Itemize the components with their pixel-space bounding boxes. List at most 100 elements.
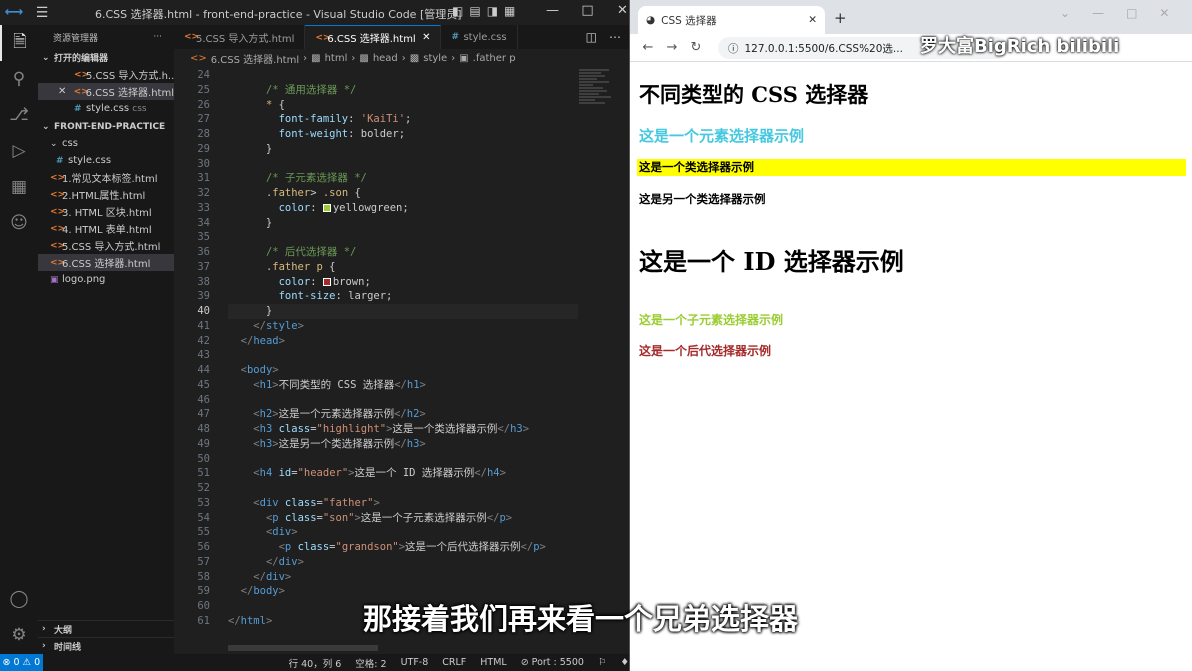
browser-window: ◕ CSS 选择器 ✕ + ⌄ — □ ✕ ← → ↻ ⓘ 127.0.0.1:… [629, 0, 1192, 671]
code-content[interactable]: /* 通用选择器 */ * { font-family: 'KaiTi'; fo… [228, 68, 578, 629]
cursor-position[interactable]: 行 40，列 6 [289, 656, 342, 670]
indentation[interactable]: 空格: 2 [355, 656, 386, 670]
css-file-icon: # [56, 155, 64, 166]
cube-icon: ▩ [359, 53, 369, 64]
file-item-selected[interactable]: <> 6.CSS 选择器.html [38, 254, 174, 271]
toggle-secondary-sidebar-icon[interactable]: ◨ [487, 4, 498, 18]
settings-gear-icon[interactable]: ⚙ [0, 617, 38, 653]
page-p-son: 这是一个子元素选择器示例 [639, 313, 784, 327]
account-icon[interactable]: ◯ [0, 581, 38, 617]
chevron-down-icon: ⌄ [42, 52, 50, 63]
file-item[interactable]: <> 5.CSS 导入方式.html [38, 237, 174, 254]
vscode-logo-icon: ⟷ [4, 5, 24, 20]
chevron-right-icon: › [42, 624, 46, 634]
minimize-button[interactable]: — [535, 3, 570, 18]
html-file-icon: <> [50, 223, 66, 234]
minimap[interactable] [579, 68, 617, 188]
browser-tab[interactable]: ◕ CSS 选择器 ✕ [638, 6, 825, 34]
forward-arrow-icon[interactable]: → [660, 40, 684, 55]
breadcrumb-head[interactable]: head [373, 53, 398, 64]
open-editor-item-active[interactable]: ✕ <> 6.CSS 选择器.html [38, 83, 174, 100]
maximize-icon[interactable]: □ [1126, 6, 1137, 20]
project-section[interactable]: ⌄ FRONT-END-PRACTICE [38, 118, 174, 135]
more-actions-icon[interactable]: ⋯ [609, 30, 621, 44]
toggle-panel-icon[interactable]: ▤ [469, 4, 480, 18]
toggle-sidebar-icon[interactable]: ◧ [452, 4, 463, 18]
outline-section[interactable]: › 大纲 [38, 620, 174, 637]
file-item[interactable]: <> 1.常见文本标签.html [38, 169, 174, 186]
file-item[interactable]: <> 2.HTML属性.html [38, 186, 174, 203]
new-tab-button[interactable]: + [834, 9, 847, 27]
encoding[interactable]: UTF-8 [401, 657, 429, 668]
chevron-right-icon: › [451, 53, 456, 64]
close-editor-icon[interactable]: ✕ [58, 86, 74, 97]
customize-layout-icon[interactable]: ▦ [504, 4, 515, 18]
language-mode[interactable]: HTML [480, 657, 506, 668]
hamburger-menu-icon[interactable]: ☰ [28, 5, 56, 21]
maximize-button[interactable]: □ [570, 3, 605, 18]
extensions-icon[interactable]: ▦ [0, 169, 38, 205]
source-control-icon[interactable]: ⎇ [0, 97, 38, 133]
tab-search-icon[interactable]: ⌄ [1060, 6, 1070, 20]
folder-css[interactable]: ⌄ css [38, 135, 174, 152]
tab-css-import[interactable]: <> 5.CSS 导入方式.html [174, 25, 306, 49]
cube-icon: ▩ [409, 53, 420, 64]
breadcrumb-selector[interactable]: .father p [473, 53, 516, 64]
chevron-down-icon: ⌄ [50, 138, 58, 149]
breadcrumb-file[interactable]: 6.CSS 选择器.html [211, 51, 299, 66]
search-icon[interactable]: ⚲ [0, 61, 38, 97]
video-watermark: 罗大富BigRich bilibili [920, 36, 1120, 57]
open-editors-section[interactable]: ⌄ 打开的编辑器 [38, 49, 174, 66]
breadcrumb-style[interactable]: style [423, 53, 447, 64]
file-item[interactable]: ▣ logo.png [38, 271, 174, 288]
split-editor-icon[interactable]: ◫ [586, 30, 597, 44]
close-icon[interactable]: ✕ [1159, 6, 1169, 20]
close-tab-icon[interactable]: ✕ [808, 14, 817, 26]
color-swatch-icon[interactable] [322, 277, 331, 286]
html-file-icon: <> [50, 240, 66, 251]
line-number-gutter: 24 25 26 27 28 29 30 31 32 33 34 35 36 37 38 39 40 41 42 43… [197, 69, 210, 627]
html-file-icon: <> [184, 32, 200, 42]
tab-css-selector[interactable]: <> 6.CSS 选择器.html ✕ [305, 25, 442, 49]
file-item[interactable]: <> 3. HTML 区块.html [38, 203, 174, 220]
chevron-down-icon: ⌄ [42, 121, 50, 132]
selector-icon: ▣ [459, 53, 469, 64]
live-server-port[interactable]: ⊘ Port : 5500 [521, 657, 584, 668]
explorer-sidebar: 资源管理器 ··· ⌄ 打开的编辑器 <> 5.CSS 导入方式.h... ✕ <> 6… [38, 25, 174, 654]
browser-tab-title: CSS 选择器 [661, 14, 717, 27]
run-debug-icon[interactable]: ▷ [0, 133, 38, 169]
code-editor[interactable]: 24 25 26 27 28 29 30 31 32 33 34 35 36 37 38 39 40 41 42 43… [174, 68, 629, 654]
breadcrumb-html[interactable]: html [325, 53, 348, 64]
page-h3-highlight: 这是一个类选择器示例 [637, 159, 1186, 176]
open-editor-item[interactable]: <> 5.CSS 导入方式.h... [38, 66, 174, 83]
back-arrow-icon[interactable]: ← [636, 40, 660, 55]
tab-style-css[interactable]: # style.css [441, 25, 518, 49]
minimize-icon[interactable]: — [1092, 6, 1104, 20]
html-file-icon: <> [190, 53, 207, 64]
vertical-scrollbar[interactable] [618, 68, 628, 654]
html-file-icon: <> [50, 257, 66, 268]
open-editor-item[interactable]: # style.css css [38, 100, 174, 117]
site-info-icon[interactable]: ⓘ [728, 41, 739, 56]
feedback-icon[interactable]: ⚐ [598, 657, 607, 668]
url-text: 127.0.0.1:5500/6.CSS%20选... [744, 42, 903, 55]
explorer-more-icon[interactable]: ··· [153, 32, 162, 42]
end-of-line[interactable]: CRLF [442, 657, 466, 668]
file-item[interactable]: # style.css [38, 152, 174, 169]
close-tab-icon[interactable]: ✕ [422, 32, 430, 43]
notifications-bell-icon[interactable]: ♦ [620, 657, 629, 668]
cube-icon: ▩ [311, 53, 321, 64]
image-file-icon: ▣ [50, 274, 59, 285]
timeline-section[interactable]: › 时间线 [38, 637, 174, 654]
horizontal-scrollbar[interactable] [228, 645, 378, 651]
vscode-titlebar: ⟷ ☰ 6.CSS 选择器.html - front-end-practice … [0, 0, 629, 25]
file-item[interactable]: <> 4. HTML 表单.html [38, 220, 174, 237]
alien-extension-icon[interactable]: ☺ [0, 205, 38, 241]
problems-indicator[interactable]: ⊗ 0 ⚠ 0 [0, 654, 43, 671]
color-swatch-icon[interactable] [322, 203, 331, 212]
explorer-icon[interactable]: 🗎 [0, 25, 38, 61]
activity-bar: 🗎 ⚲ ⎇ ▷ ▦ ☺ ◯ ⚙ [0, 25, 38, 654]
page-h4-id-selector: 这是一个 ID 选择器示例 [639, 247, 904, 276]
window-title: 6.CSS 选择器.html - front-end-practice - Vi… [95, 8, 462, 21]
reload-icon[interactable]: ↻ [684, 40, 708, 55]
